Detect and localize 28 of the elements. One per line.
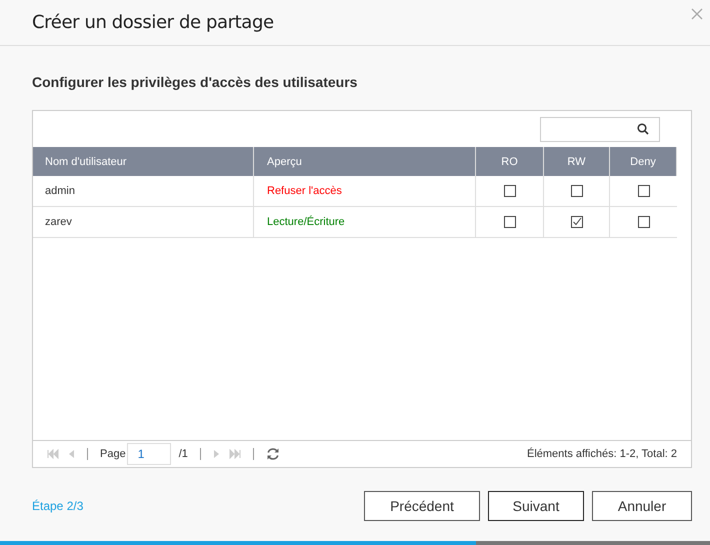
- page-label: Page: [100, 448, 126, 460]
- page-field[interactable]: 1: [126, 443, 171, 465]
- checkbox[interactable]: [504, 216, 516, 228]
- column-header: Deny: [610, 147, 677, 176]
- table-cell: admin: [33, 176, 254, 206]
- table-cell: Refuser l'accès: [254, 176, 476, 206]
- column-header: Nom d'utilisateur: [33, 147, 254, 176]
- page-total: /1: [178, 448, 188, 460]
- checkbox[interactable]: [570, 216, 582, 228]
- refresh-icon[interactable]: [266, 447, 280, 461]
- column-header: Aperçu: [254, 147, 476, 176]
- checkbox[interactable]: [638, 185, 650, 197]
- previous-button[interactable]: Précédent: [364, 491, 480, 521]
- table-cell: zarev: [33, 207, 254, 237]
- window-title: Créer un dossier de partage: [32, 12, 274, 33]
- table-cell: Lecture/Écriture: [254, 207, 476, 237]
- column-header: RW: [544, 147, 610, 176]
- column-header: RO: [476, 147, 544, 176]
- search-icon: [637, 123, 649, 135]
- checkbox[interactable]: [638, 216, 650, 228]
- checkbox[interactable]: [504, 185, 516, 197]
- search-field[interactable]: [540, 116, 660, 142]
- item-count: Éléments affichés: 1-2, Total: 2: [526, 448, 677, 460]
- checkbox[interactable]: [570, 185, 582, 197]
- next-button[interactable]: Suivant: [488, 491, 584, 521]
- step-indicator: Étape 2/3: [32, 499, 84, 513]
- cancel-button[interactable]: Annuler: [592, 491, 692, 521]
- section-heading: Configurer les privilèges d'accès des utilisateurs: [32, 74, 358, 92]
